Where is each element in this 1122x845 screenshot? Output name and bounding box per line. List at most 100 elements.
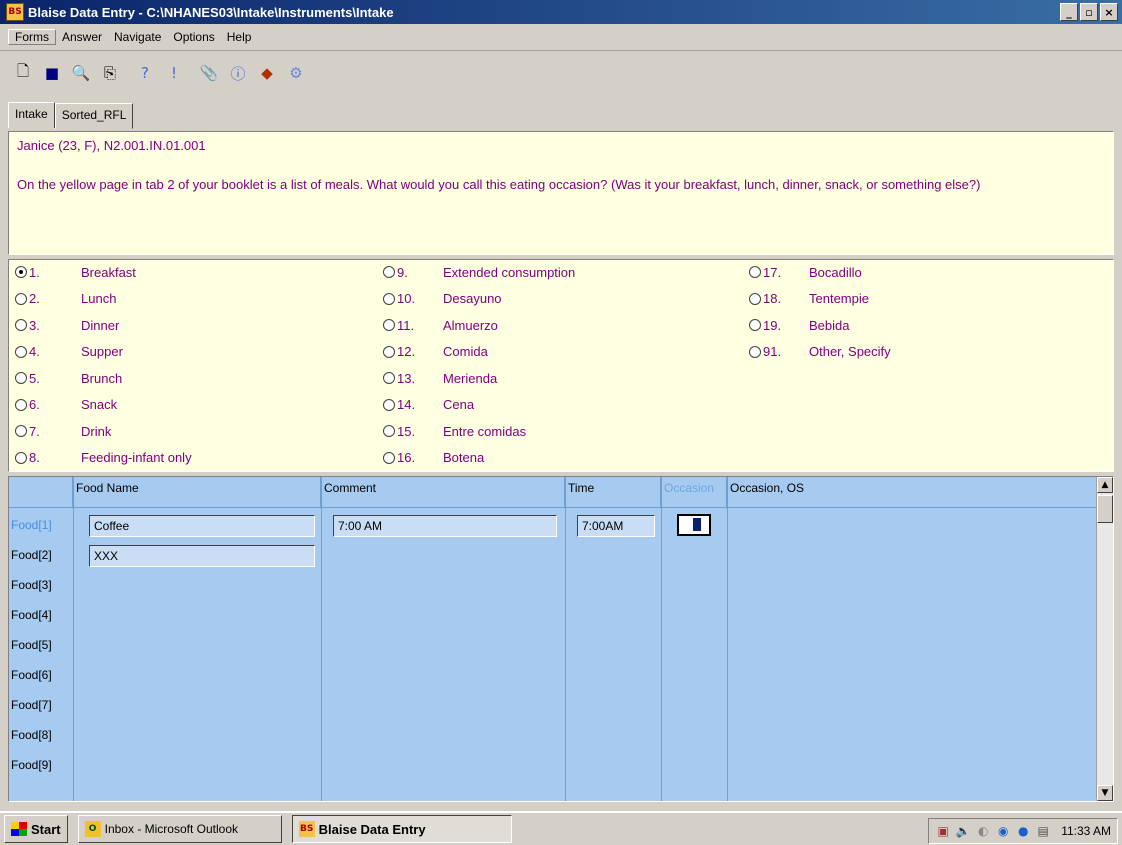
info-circle-icon[interactable]: ⓘ — [227, 62, 249, 84]
radio-button[interactable] — [15, 266, 27, 278]
network-icon[interactable]: ▣ — [935, 823, 951, 839]
answer-label: Bebida — [809, 317, 850, 333]
answer-option[interactable]: 8. Feeding-infant only — [15, 448, 192, 468]
clipboard-icon[interactable]: ◐ — [975, 823, 991, 839]
answer-option[interactable]: 1. Breakfast — [15, 262, 136, 282]
answer-label: Botena — [443, 450, 485, 465]
answer-option[interactable]: 6. Snack — [15, 395, 117, 415]
radio-button[interactable] — [383, 266, 395, 278]
answer-option[interactable]: 3. Dinner — [15, 315, 119, 335]
menu-help[interactable]: Help — [221, 30, 258, 44]
answer-option[interactable]: 14. Cena — [383, 395, 474, 415]
radio-button[interactable] — [749, 292, 761, 305]
answer-label: Drink — [81, 423, 112, 439]
tab-strip: Intake Sorted_RFL — [8, 102, 134, 129]
radio-button[interactable] — [15, 292, 27, 305]
task-outlook[interactable]: O Inbox - Microsoft Outlook — [77, 815, 282, 843]
row-label-food-9[interactable]: Food[9] — [9, 755, 71, 775]
info-icon[interactable]: ! — [163, 62, 185, 84]
answer-option[interactable]: 15. Entre comidas — [383, 421, 526, 441]
row-label-food-3[interactable]: Food[3] — [9, 575, 71, 595]
tab-sorted-rfl[interactable]: Sorted_RFL — [54, 103, 134, 129]
maximize-button[interactable]: ▫ — [1080, 3, 1098, 21]
window-title: Blaise Data Entry - C:\NHANES03\Intake\I… — [28, 4, 394, 20]
messenger-icon[interactable]: ● — [1015, 823, 1031, 839]
food-1-name-cell[interactable]: Coffee — [89, 515, 315, 537]
task-blaise[interactable]: BS Blaise Data Entry — [291, 815, 512, 843]
answer-option[interactable]: 17. Bocadillo — [749, 262, 862, 282]
row-label-food-2[interactable]: Food[2] — [9, 545, 71, 565]
answer-label: Almuerzo — [443, 317, 498, 333]
food-1-occasion-cell[interactable] — [677, 514, 711, 536]
radio-button[interactable] — [15, 398, 27, 411]
col-comment[interactable]: Comment — [321, 477, 565, 507]
globe-icon[interactable]: ◉ — [995, 823, 1011, 839]
col-occasion-os[interactable]: Occasion, OS — [727, 477, 1099, 507]
answer-option[interactable]: 5. Brunch — [15, 368, 122, 388]
volume-icon[interactable]: 🔈 — [955, 823, 971, 839]
row-label-food-7[interactable]: Food[7] — [9, 695, 71, 715]
radio-button[interactable] — [749, 345, 761, 358]
menu-forms[interactable]: Forms — [8, 29, 56, 45]
row-label-food-8[interactable]: Food[8] — [9, 725, 71, 745]
watch-icon[interactable]: ⚙ — [285, 62, 307, 84]
radio-button[interactable] — [383, 398, 395, 411]
remark-icon[interactable]: ◆ — [256, 62, 278, 84]
tab-intake[interactable]: Intake — [8, 102, 55, 128]
grid-scrollbar[interactable]: ▲ ▼ — [1096, 477, 1113, 801]
menu-options[interactable]: Options — [167, 30, 220, 44]
radio-button[interactable] — [15, 372, 27, 384]
radio-button[interactable] — [383, 451, 395, 464]
answer-option[interactable]: 91. Other, Specify — [749, 342, 891, 362]
row-label-food-4[interactable]: Food[4] — [9, 605, 71, 625]
food-1-comment-cell[interactable]: 7:00 AM — [333, 515, 557, 537]
col-food-name[interactable]: Food Name — [73, 477, 321, 507]
answer-option[interactable]: 16. Botena — [383, 448, 484, 468]
radio-button[interactable] — [15, 319, 27, 331]
row-label-food-5[interactable]: Food[5] — [9, 635, 71, 655]
printer-icon[interactable]: ▤ — [1035, 823, 1051, 839]
close-button[interactable]: × — [1100, 3, 1118, 21]
save-icon[interactable]: ■ — [41, 62, 63, 84]
radio-button[interactable] — [383, 292, 395, 305]
radio-button[interactable] — [383, 319, 395, 331]
scroll-up-icon[interactable]: ▲ — [1097, 477, 1113, 493]
food-2-name-cell[interactable]: XXX — [89, 545, 315, 567]
answer-option[interactable]: 18. Tentempie — [749, 289, 869, 309]
col-time[interactable]: Time — [565, 477, 661, 507]
radio-button[interactable] — [15, 345, 27, 358]
answer-option[interactable]: 19. Bebida — [749, 315, 849, 335]
new-icon[interactable]: 🗋 — [12, 62, 34, 84]
help-icon[interactable]: ? — [134, 62, 156, 84]
answer-option[interactable]: 7. Drink — [15, 421, 111, 441]
answer-option[interactable]: 11. Almuerzo — [383, 315, 498, 335]
radio-button[interactable] — [383, 425, 395, 437]
answer-option[interactable]: 2. Lunch — [15, 289, 116, 309]
minimize-button[interactable]: _ — [1060, 3, 1078, 21]
food-1-time-cell[interactable]: 7:00AM — [577, 515, 655, 537]
row-label-food-1[interactable]: Food[1] — [9, 515, 71, 535]
answer-option[interactable]: 13. Merienda — [383, 368, 497, 388]
row-label-food-6[interactable]: Food[6] — [9, 665, 71, 685]
copy-icon[interactable]: ⎘ — [99, 62, 121, 84]
col-occasion[interactable]: Occasion — [661, 477, 727, 507]
menu-navigate[interactable]: Navigate — [108, 30, 167, 44]
answer-option[interactable]: 10. Desayuno — [383, 289, 502, 309]
menu-answer[interactable]: Answer — [56, 30, 108, 44]
clip-icon[interactable]: 📎 — [198, 62, 220, 84]
radio-button[interactable] — [383, 372, 395, 384]
radio-button[interactable] — [749, 319, 761, 331]
find-icon[interactable]: 🔍 — [70, 62, 92, 84]
radio-button[interactable] — [383, 345, 395, 358]
task-outlook-label: Inbox - Microsoft Outlook — [104, 822, 239, 836]
radio-button[interactable] — [749, 266, 761, 278]
answer-option[interactable]: 12. Comida — [383, 342, 488, 362]
scroll-thumb[interactable] — [1097, 495, 1113, 523]
radio-button[interactable] — [15, 425, 27, 437]
start-button[interactable]: Start — [4, 815, 68, 843]
blaise-app-icon[interactable]: BS — [6, 3, 24, 21]
scroll-down-icon[interactable]: ▼ — [1097, 785, 1113, 801]
radio-button[interactable] — [15, 451, 27, 464]
answer-option[interactable]: 4. Supper — [15, 342, 123, 362]
answer-option[interactable]: 9. Extended consumption — [383, 262, 575, 282]
